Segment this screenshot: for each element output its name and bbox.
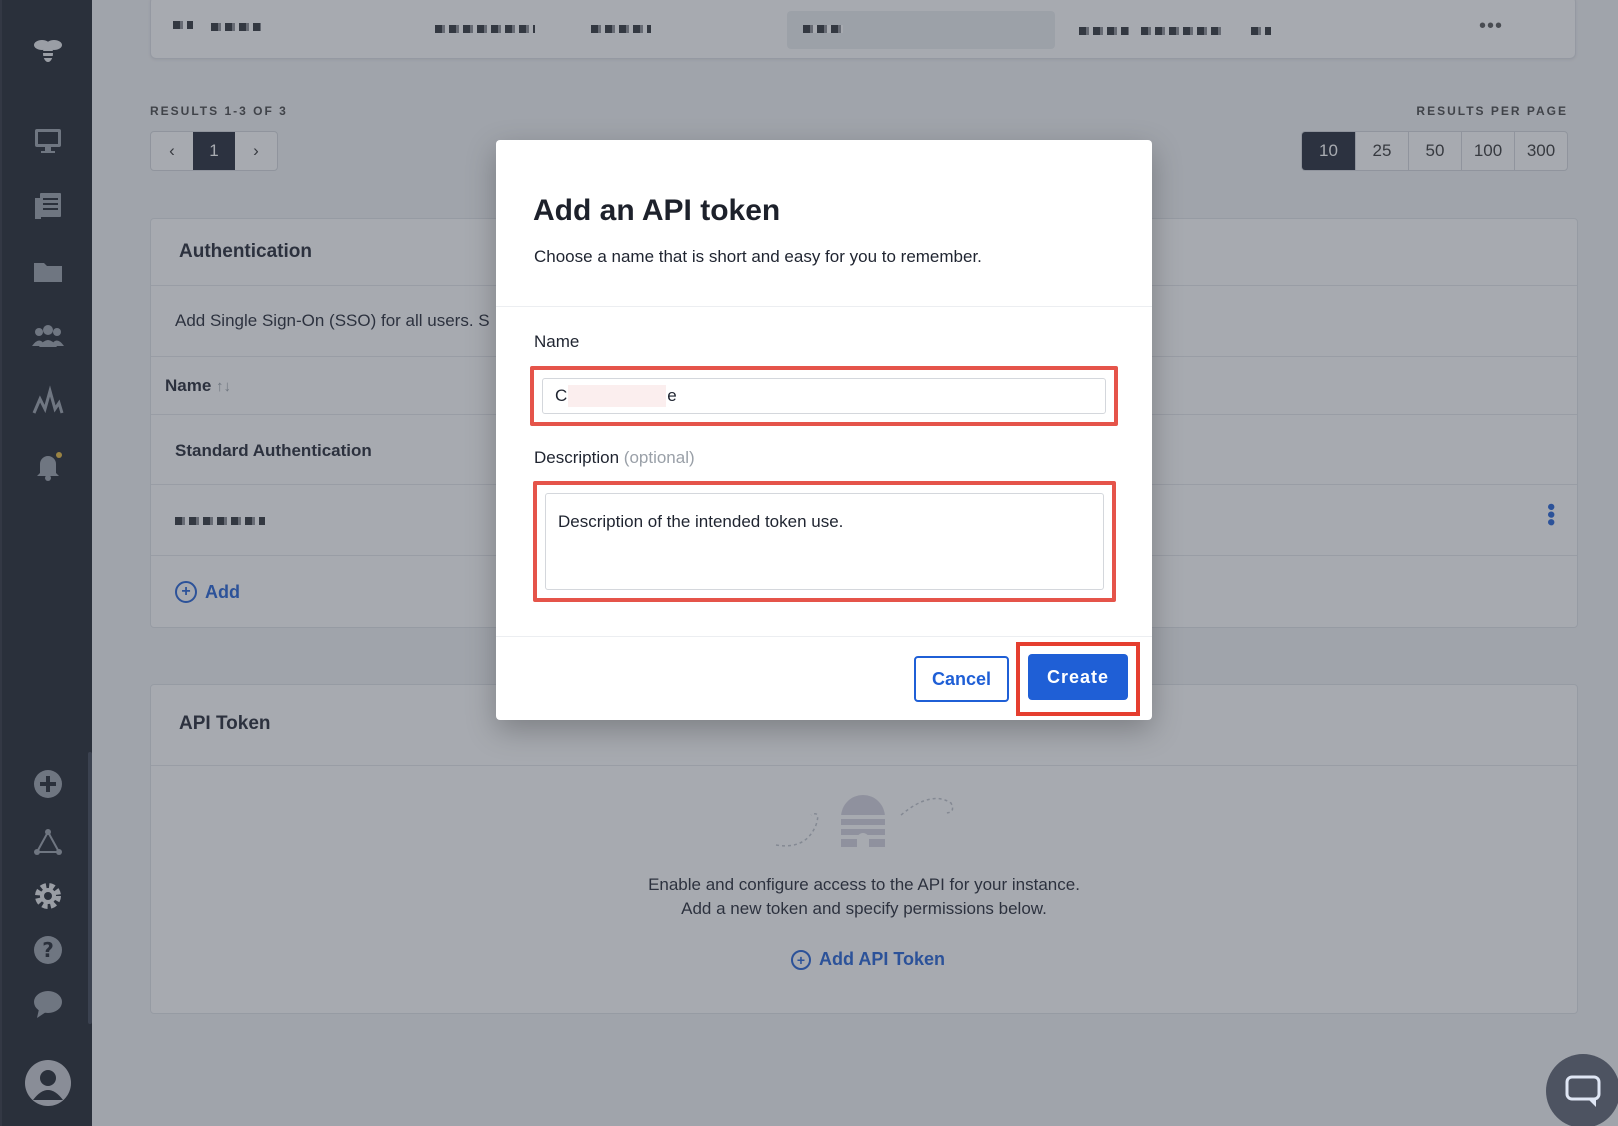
dialog-title: Add an API token xyxy=(533,194,781,227)
create-button[interactable]: Create xyxy=(1028,654,1128,700)
optional-hint: (optional) xyxy=(623,448,695,467)
description-label: Description (optional) xyxy=(534,448,695,468)
divider xyxy=(496,306,1152,307)
divider xyxy=(496,636,1152,637)
redacted-text xyxy=(568,385,667,407)
description-value: Description of the intended token use. xyxy=(558,512,844,531)
name-value-end: e xyxy=(667,386,677,405)
name-field-highlight: Ce xyxy=(530,366,1118,426)
add-api-token-dialog: Add an API token Choose a name that is s… xyxy=(496,140,1152,720)
support-chat-button[interactable] xyxy=(1546,1054,1618,1126)
dialog-subtitle: Choose a name that is short and easy for… xyxy=(534,247,982,266)
create-button-highlight: Create xyxy=(1016,642,1140,716)
name-input[interactable]: Ce xyxy=(542,378,1106,414)
name-value-start: C xyxy=(555,386,568,405)
description-field-highlight: Description of the intended token use. xyxy=(533,481,1116,602)
description-textarea[interactable]: Description of the intended token use. xyxy=(545,493,1104,590)
cancel-button[interactable]: Cancel xyxy=(914,656,1009,702)
name-label: Name xyxy=(534,332,580,351)
chat-bubble-icon xyxy=(1565,1075,1601,1107)
description-label-text: Description xyxy=(534,448,620,467)
